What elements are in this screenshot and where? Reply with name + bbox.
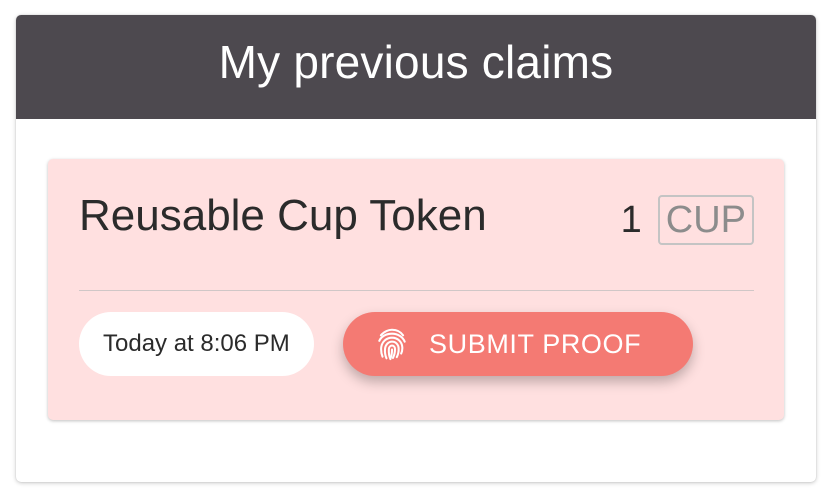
amount-unit-badge: CUP xyxy=(657,195,754,245)
page-title: My previous claims xyxy=(218,36,614,88)
fingerprint-icon xyxy=(373,325,411,363)
panel-header: My previous claims xyxy=(16,15,816,119)
claims-panel: My previous claims Reusable Cup Token 1 … xyxy=(16,15,816,482)
submit-proof-button[interactable]: SUBMIT PROOF xyxy=(343,312,693,376)
claim-card: Reusable Cup Token 1 CUP Today at 8:06 P… xyxy=(48,159,784,420)
timestamp-chip: Today at 8:06 PM xyxy=(79,312,314,376)
submit-proof-label: SUBMIT PROOF xyxy=(429,328,642,359)
claim-name: Reusable Cup Token xyxy=(79,191,487,240)
divider xyxy=(79,290,754,291)
claim-amount: 1 CUP xyxy=(621,195,754,245)
amount-value: 1 xyxy=(620,198,642,241)
